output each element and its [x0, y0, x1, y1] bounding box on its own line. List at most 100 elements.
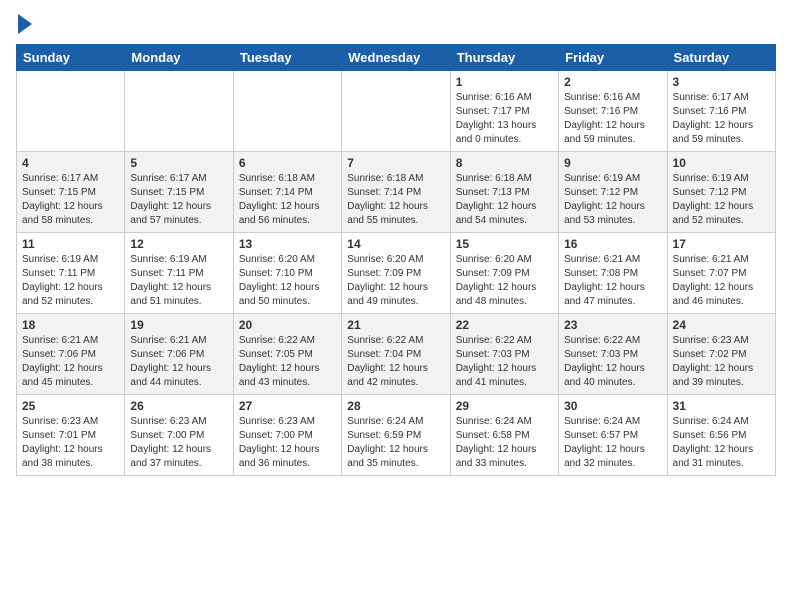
calendar-cell: 10Sunrise: 6:19 AM Sunset: 7:12 PM Dayli… — [667, 152, 775, 233]
calendar-cell: 24 Sunrise: 6:23 AM Sunset: 7:02 PM Dayli… — [667, 314, 775, 395]
day-number: 14 — [347, 237, 444, 251]
day-info: Sunrise: 6:17 AM Sunset: 7:16 PM Dayligh… — [673, 91, 770, 147]
day-number: 13 — [239, 237, 336, 251]
day-info: Sunrise: 6:18 AM Sunset: 7:13 PM Dayligh… — [456, 172, 553, 228]
day-info: Sunrise: 6:20 AM Sunset: 7:10 PM Dayligh… — [239, 253, 336, 309]
day-number: 19 — [130, 318, 227, 332]
day-info: Sunrise: 6:22 AM Sunset: 7:04 PM Dayligh… — [347, 334, 444, 390]
day-number: 7 — [347, 156, 444, 170]
calendar-cell: 18Sunrise: 6:21 AM Sunset: 7:06 PM Dayli… — [17, 314, 125, 395]
day-number: 22 — [456, 318, 553, 332]
calendar-cell: 16 Sunrise: 6:21 AM Sunset: 7:08 PM Dayli… — [559, 233, 667, 314]
calendar-cell — [342, 71, 450, 152]
calendar-cell: 31 Sunrise: 6:24 AM Sunset: 6:56 PM Dayli… — [667, 395, 775, 476]
day-info: Sunrise: 6:22 AM Sunset: 7:03 PM Dayligh… — [564, 334, 661, 390]
day-number: 16 — [564, 237, 661, 251]
day-info: Sunrise: 6:20 AM Sunset: 7:09 PM Dayligh… — [456, 253, 553, 309]
day-number: 1 — [456, 75, 553, 89]
day-info: Sunrise: 6:22 AM Sunset: 7:05 PM Dayligh… — [239, 334, 336, 390]
calendar-cell: 5 Sunrise: 6:17 AM Sunset: 7:15 PM Daylig… — [125, 152, 233, 233]
day-number: 30 — [564, 399, 661, 413]
day-info: Sunrise: 6:18 AM Sunset: 7:14 PM Dayligh… — [347, 172, 444, 228]
calendar-cell: 23 Sunrise: 6:22 AM Sunset: 7:03 PM Dayli… — [559, 314, 667, 395]
calendar-week-row: 4 Sunrise: 6:17 AM Sunset: 7:15 PM Daylig… — [17, 152, 776, 233]
day-info: Sunrise: 6:24 AM Sunset: 6:56 PM Dayligh… — [673, 415, 770, 471]
day-number: 15 — [456, 237, 553, 251]
day-number: 3 — [673, 75, 770, 89]
day-number: 6 — [239, 156, 336, 170]
calendar-cell: 27 Sunrise: 6:23 AM Sunset: 7:00 PM Dayli… — [233, 395, 341, 476]
calendar-cell: 14 Sunrise: 6:20 AM Sunset: 7:09 PM Dayli… — [342, 233, 450, 314]
day-number: 26 — [130, 399, 227, 413]
day-number: 5 — [130, 156, 227, 170]
calendar-cell: 11Sunrise: 6:19 AM Sunset: 7:11 PM Dayli… — [17, 233, 125, 314]
calendar-cell: 25Sunrise: 6:23 AM Sunset: 7:01 PM Dayli… — [17, 395, 125, 476]
page-header — [16, 16, 776, 34]
day-info: Sunrise: 6:19 AM Sunset: 7:11 PM Dayligh… — [130, 253, 227, 309]
calendar-cell: 22 Sunrise: 6:22 AM Sunset: 7:03 PM Dayli… — [450, 314, 558, 395]
calendar-cell: 1 Sunrise: 6:16 AM Sunset: 7:17 PM Daylig… — [450, 71, 558, 152]
column-header-wednesday: Wednesday — [342, 45, 450, 71]
calendar-table: SundayMondayTuesdayWednesdayThursdayFrid… — [16, 44, 776, 476]
day-info: Sunrise: 6:24 AM Sunset: 6:57 PM Dayligh… — [564, 415, 661, 471]
day-info: Sunrise: 6:16 AM Sunset: 7:17 PM Dayligh… — [456, 91, 553, 147]
day-info: Sunrise: 6:21 AM Sunset: 7:08 PM Dayligh… — [564, 253, 661, 309]
calendar-week-row: 1 Sunrise: 6:16 AM Sunset: 7:17 PM Daylig… — [17, 71, 776, 152]
logo-arrow-icon — [18, 14, 32, 34]
day-info: Sunrise: 6:19 AM Sunset: 7:11 PM Dayligh… — [22, 253, 119, 309]
calendar-header-row: SundayMondayTuesdayWednesdayThursdayFrid… — [17, 45, 776, 71]
day-number: 17 — [673, 237, 770, 251]
calendar-week-row: 25Sunrise: 6:23 AM Sunset: 7:01 PM Dayli… — [17, 395, 776, 476]
calendar-cell: 2 Sunrise: 6:16 AM Sunset: 7:16 PM Daylig… — [559, 71, 667, 152]
day-info: Sunrise: 6:17 AM Sunset: 7:15 PM Dayligh… — [22, 172, 119, 228]
day-number: 2 — [564, 75, 661, 89]
day-info: Sunrise: 6:23 AM Sunset: 7:01 PM Dayligh… — [22, 415, 119, 471]
calendar-cell: 13 Sunrise: 6:20 AM Sunset: 7:10 PM Dayli… — [233, 233, 341, 314]
day-number: 21 — [347, 318, 444, 332]
calendar-cell — [125, 71, 233, 152]
column-header-thursday: Thursday — [450, 45, 558, 71]
day-info: Sunrise: 6:24 AM Sunset: 6:58 PM Dayligh… — [456, 415, 553, 471]
day-info: Sunrise: 6:20 AM Sunset: 7:09 PM Dayligh… — [347, 253, 444, 309]
calendar-week-row: 18Sunrise: 6:21 AM Sunset: 7:06 PM Dayli… — [17, 314, 776, 395]
day-info: Sunrise: 6:23 AM Sunset: 7:02 PM Dayligh… — [673, 334, 770, 390]
day-number: 24 — [673, 318, 770, 332]
calendar-cell: 19 Sunrise: 6:21 AM Sunset: 7:06 PM Dayli… — [125, 314, 233, 395]
day-info: Sunrise: 6:19 AM Sunset: 7:12 PM Dayligh… — [564, 172, 661, 228]
calendar-cell — [17, 71, 125, 152]
column-header-friday: Friday — [559, 45, 667, 71]
calendar-cell: 3 Sunrise: 6:17 AM Sunset: 7:16 PM Daylig… — [667, 71, 775, 152]
calendar-week-row: 11Sunrise: 6:19 AM Sunset: 7:11 PM Dayli… — [17, 233, 776, 314]
day-number: 27 — [239, 399, 336, 413]
day-number: 23 — [564, 318, 661, 332]
calendar-cell: 9 Sunrise: 6:19 AM Sunset: 7:12 PM Daylig… — [559, 152, 667, 233]
calendar-cell: 17 Sunrise: 6:21 AM Sunset: 7:07 PM Dayli… — [667, 233, 775, 314]
calendar-cell: 8Sunrise: 6:18 AM Sunset: 7:13 PM Daylig… — [450, 152, 558, 233]
calendar-cell: 28Sunrise: 6:24 AM Sunset: 6:59 PM Dayli… — [342, 395, 450, 476]
day-info: Sunrise: 6:21 AM Sunset: 7:06 PM Dayligh… — [130, 334, 227, 390]
day-number: 12 — [130, 237, 227, 251]
calendar-cell: 15 Sunrise: 6:20 AM Sunset: 7:09 PM Dayli… — [450, 233, 558, 314]
column-header-tuesday: Tuesday — [233, 45, 341, 71]
day-info: Sunrise: 6:24 AM Sunset: 6:59 PM Dayligh… — [347, 415, 444, 471]
calendar-cell: 30 Sunrise: 6:24 AM Sunset: 6:57 PM Dayli… — [559, 395, 667, 476]
calendar-cell: 6 Sunrise: 6:18 AM Sunset: 7:14 PM Daylig… — [233, 152, 341, 233]
day-number: 31 — [673, 399, 770, 413]
column-header-monday: Monday — [125, 45, 233, 71]
day-info: Sunrise: 6:21 AM Sunset: 7:06 PM Dayligh… — [22, 334, 119, 390]
day-number: 4 — [22, 156, 119, 170]
day-info: Sunrise: 6:23 AM Sunset: 7:00 PM Dayligh… — [239, 415, 336, 471]
day-info: Sunrise: 6:17 AM Sunset: 7:15 PM Dayligh… — [130, 172, 227, 228]
day-info: Sunrise: 6:21 AM Sunset: 7:07 PM Dayligh… — [673, 253, 770, 309]
day-info: Sunrise: 6:16 AM Sunset: 7:16 PM Dayligh… — [564, 91, 661, 147]
day-number: 9 — [564, 156, 661, 170]
calendar-cell: 4 Sunrise: 6:17 AM Sunset: 7:15 PM Daylig… — [17, 152, 125, 233]
calendar-cell: 20 Sunrise: 6:22 AM Sunset: 7:05 PM Dayli… — [233, 314, 341, 395]
day-info: Sunrise: 6:18 AM Sunset: 7:14 PM Dayligh… — [239, 172, 336, 228]
logo — [16, 16, 32, 34]
calendar-cell: 12 Sunrise: 6:19 AM Sunset: 7:11 PM Dayli… — [125, 233, 233, 314]
day-info: Sunrise: 6:23 AM Sunset: 7:00 PM Dayligh… — [130, 415, 227, 471]
column-header-sunday: Sunday — [17, 45, 125, 71]
day-number: 20 — [239, 318, 336, 332]
day-info: Sunrise: 6:22 AM Sunset: 7:03 PM Dayligh… — [456, 334, 553, 390]
